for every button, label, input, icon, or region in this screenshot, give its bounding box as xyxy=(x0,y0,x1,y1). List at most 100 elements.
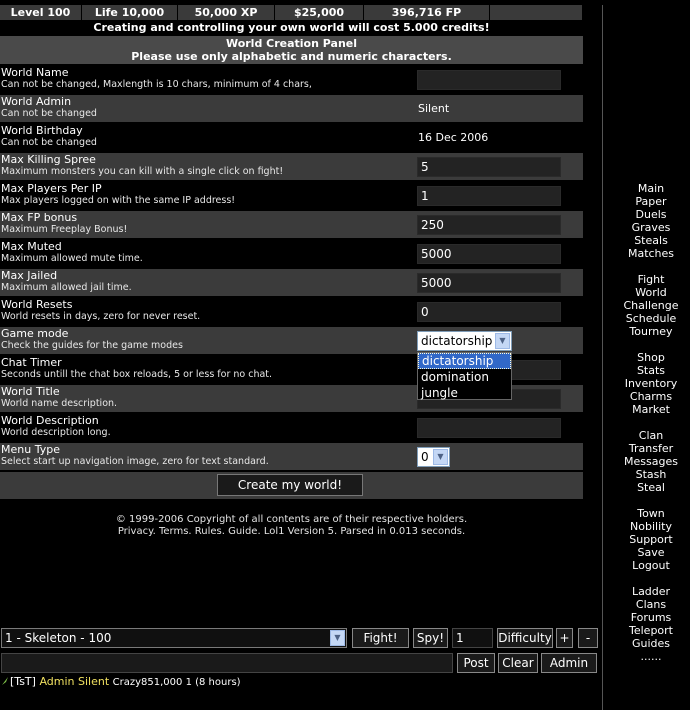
nav-charms[interactable]: Charms xyxy=(603,390,690,403)
nav-stats[interactable]: Stats xyxy=(603,364,690,377)
nav-more[interactable]: ...... xyxy=(603,650,690,663)
desc-world-name: Can not be changed, Maxlength is 10 char… xyxy=(1,79,312,90)
desc-world-birthday: Can not be changed xyxy=(1,137,97,148)
world-name-input[interactable] xyxy=(417,70,561,90)
minus-button[interactable]: - xyxy=(578,628,598,648)
nav-forums[interactable]: Forums xyxy=(603,611,690,624)
menu-type-select[interactable]: 0 ▼ xyxy=(417,447,450,467)
cost-notice: Creating and controlling your own world … xyxy=(93,21,490,34)
world-birthday-value: 16 Dec 2006 xyxy=(418,131,489,144)
max-muted-input[interactable]: 5000 xyxy=(417,244,561,264)
nav-steals[interactable]: Steals xyxy=(603,234,690,247)
chat-role: Admin xyxy=(39,675,75,688)
footer-copyright: © 1999-2006 Copyright of all contents ar… xyxy=(115,514,468,525)
max-players-ip-input[interactable]: 1 xyxy=(417,186,561,206)
nav-market[interactable]: Market xyxy=(603,403,690,416)
label-world-admin: World Admin xyxy=(1,95,72,108)
chat-input[interactable] xyxy=(1,653,453,673)
world-description-input[interactable] xyxy=(417,418,561,438)
create-world-button[interactable]: Create my world! xyxy=(217,474,363,496)
desc-world-description: World description long. xyxy=(1,427,111,438)
spy-button[interactable]: Spy! xyxy=(413,628,448,648)
game-mode-dropdown-list: dictatorship domination jungle xyxy=(417,352,512,400)
nav-clans[interactable]: Clans xyxy=(603,598,690,611)
nav-support[interactable]: Support xyxy=(603,533,690,546)
option-dictatorship[interactable]: dictatorship xyxy=(418,353,511,369)
row-world-name: World Name Can not be changed, Maxlength … xyxy=(0,66,583,93)
nav-duels[interactable]: Duels xyxy=(603,208,690,221)
nav-main[interactable]: Main xyxy=(603,182,690,195)
nav-challenge[interactable]: Challenge xyxy=(603,299,690,312)
max-fp-bonus-input[interactable]: 250 xyxy=(417,215,561,235)
menu-type-selected: 0 xyxy=(421,450,429,464)
nav-fight[interactable]: Fight xyxy=(603,273,690,286)
desc-chat-timer: Seconds untill the chat box reloads, 5 o… xyxy=(1,369,273,380)
nav-ladder[interactable]: Ladder xyxy=(603,585,690,598)
stat-level: Level 100 xyxy=(0,5,82,20)
nav-guides[interactable]: Guides xyxy=(603,637,690,650)
option-domination[interactable]: domination xyxy=(418,369,511,385)
nav-messages[interactable]: Messages xyxy=(603,455,690,468)
panel-subtitle: Please use only alphabetic and numeric c… xyxy=(131,50,452,63)
panel-title: World Creation Panel xyxy=(225,37,358,50)
nav-schedule[interactable]: Schedule xyxy=(603,312,690,325)
chevron-down-icon[interactable]: ▼ xyxy=(330,630,345,646)
admin-button[interactable]: Admin xyxy=(541,653,597,673)
right-navigation: Main Paper Duels Graves Steals Matches F… xyxy=(602,5,690,710)
nav-shop[interactable]: Shop xyxy=(603,351,690,364)
nav-stash[interactable]: Stash xyxy=(603,468,690,481)
chat-text: Crazy851,000 1 (8 hours) xyxy=(112,677,241,688)
clear-button[interactable]: Clear xyxy=(498,653,538,673)
nav-steal[interactable]: Steal xyxy=(603,481,690,494)
row-world-description: World Description World description long. xyxy=(0,414,583,441)
stat-xp: 50,000 XP xyxy=(178,5,275,20)
desc-max-muted: Maximum allowed mute time. xyxy=(1,253,143,264)
row-game-mode: Game mode Check the guides for the game m… xyxy=(0,327,583,354)
max-jailed-input[interactable]: 5000 xyxy=(417,273,561,293)
desc-menu-type: Select start up navigation image, zero f… xyxy=(1,456,269,467)
desc-max-jailed: Maximum allowed jail time. xyxy=(1,282,132,293)
desc-max-fp-bonus: Maximum Freeplay Bonus! xyxy=(1,224,128,235)
footer-links[interactable]: Privacy. Terms. Rules. Guide. Lol1 Versi… xyxy=(0,526,583,537)
label-max-fp-bonus: Max FP bonus xyxy=(1,211,78,224)
row-max-muted: Max Muted Maximum allowed mute time. 5000 xyxy=(0,240,583,267)
nav-nobility[interactable]: Nobility xyxy=(603,520,690,533)
nav-paper[interactable]: Paper xyxy=(603,195,690,208)
desc-world-resets: World resets in days, zero for never res… xyxy=(1,311,201,322)
desc-world-title: World name description. xyxy=(1,398,118,409)
desc-max-killing-spree: Maximum monsters you can kill with a sin… xyxy=(1,166,284,177)
max-killing-spree-input[interactable]: 5 xyxy=(417,157,561,177)
row-max-jailed: Max Jailed Maximum allowed jail time. 500… xyxy=(0,269,583,296)
chevron-down-icon[interactable]: ▼ xyxy=(433,449,448,465)
nav-matches[interactable]: Matches xyxy=(603,247,690,260)
world-resets-input[interactable]: 0 xyxy=(417,302,561,322)
amount-input[interactable]: 1 xyxy=(452,628,493,648)
chat-clan-tag: [TsT] xyxy=(10,675,36,688)
plus-button[interactable]: + xyxy=(556,628,573,648)
option-jungle[interactable]: jungle xyxy=(418,385,511,401)
game-mode-select[interactable]: dictatorship ▼ xyxy=(417,331,512,351)
difficulty-button[interactable]: Difficulty xyxy=(497,628,553,648)
nav-tourney[interactable]: Tourney xyxy=(603,325,690,338)
monster-select[interactable]: 1 - Skeleton - 100 ▼ xyxy=(1,628,347,648)
row-max-fp-bonus: Max FP bonus Maximum Freeplay Bonus! 250 xyxy=(0,211,583,238)
stat-empty xyxy=(490,5,583,20)
chat-username[interactable]: Silent xyxy=(78,675,109,688)
chevron-down-icon[interactable]: ▼ xyxy=(495,333,510,349)
nav-logout[interactable]: Logout xyxy=(603,559,690,572)
nav-town[interactable]: Town xyxy=(603,507,690,520)
nav-save[interactable]: Save xyxy=(603,546,690,559)
post-button[interactable]: Post xyxy=(457,653,495,673)
stat-fp: 396,716 FP xyxy=(364,5,490,20)
nav-graves[interactable]: Graves xyxy=(603,221,690,234)
fight-button[interactable]: Fight! xyxy=(352,628,409,648)
row-max-players-ip: Max Players Per IP Max players logged on … xyxy=(0,182,583,209)
row-world-birthday: World Birthday Can not be changed 16 Dec … xyxy=(0,124,583,151)
nav-transfer[interactable]: Transfer xyxy=(603,442,690,455)
label-max-muted: Max Muted xyxy=(1,240,62,253)
nav-clan[interactable]: Clan xyxy=(603,429,690,442)
nav-inventory[interactable]: Inventory xyxy=(603,377,690,390)
world-admin-value: Silent xyxy=(418,102,450,115)
nav-teleport[interactable]: Teleport xyxy=(603,624,690,637)
nav-world[interactable]: World xyxy=(603,286,690,299)
